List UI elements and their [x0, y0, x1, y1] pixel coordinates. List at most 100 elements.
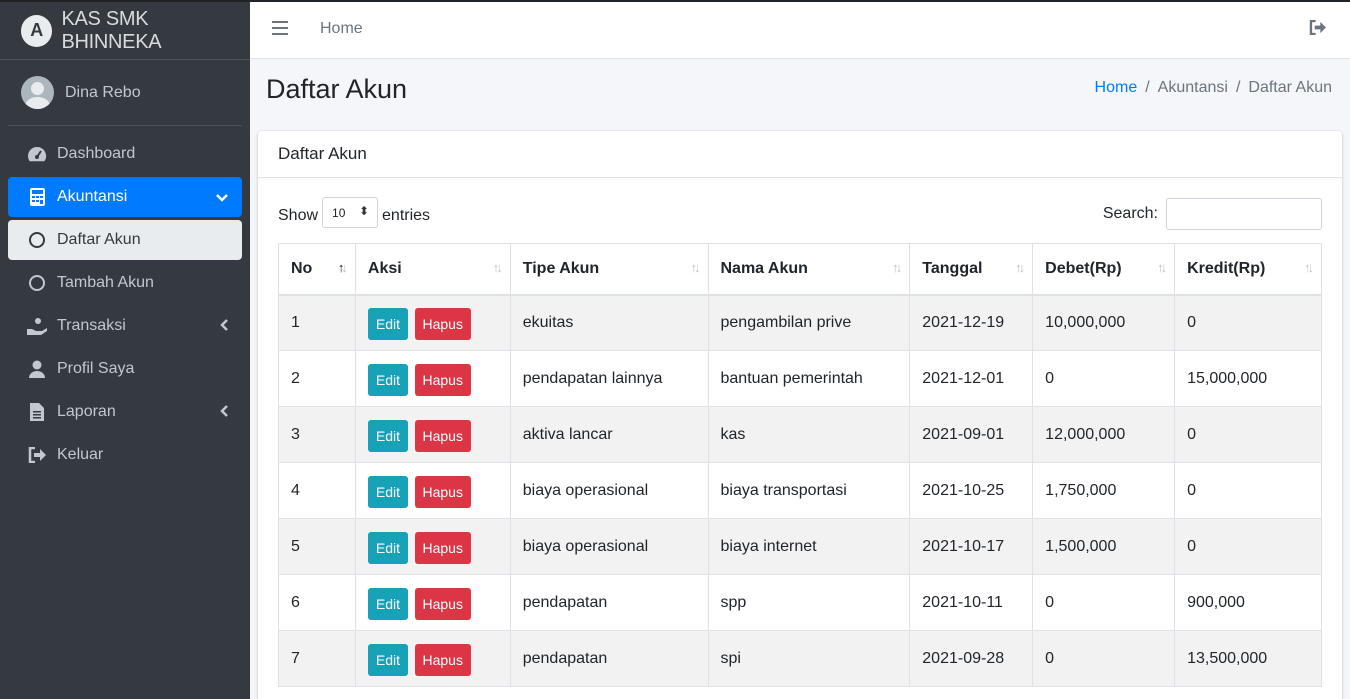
- table-header-row: No ↑↓ Aksi ↑↓ Tipe Akun ↑↓ Nama Akun ↑↓ Tang…: [278, 243, 1322, 296]
- column-header-nama-akun[interactable]: Nama Akun ↑↓: [707, 243, 911, 296]
- delete-button[interactable]: Hapus: [414, 588, 471, 620]
- column-header-tipe-akun[interactable]: Tipe Akun ↑↓: [509, 243, 709, 296]
- cell-aksi: Edit Hapus: [354, 406, 511, 463]
- table-row: 6 Edit Hapus pendapatan spp 2021-10-11 0 900,0…: [278, 574, 1322, 631]
- search-input[interactable]: [1166, 198, 1322, 230]
- brand-logo: A: [21, 14, 53, 47]
- cell-tanggal: 2021-10-25: [909, 462, 1034, 519]
- sidebar-item-profil[interactable]: Profil Saya: [8, 349, 242, 389]
- cell-no: 5: [278, 518, 356, 575]
- sort-icon: ↑↓: [690, 260, 701, 275]
- column-header-debet[interactable]: Debet(Rp) ↑↓: [1032, 243, 1176, 296]
- search-control: Search:: [1103, 198, 1322, 230]
- cell-debet: 0: [1032, 574, 1176, 631]
- breadcrumb-home[interactable]: Home: [1095, 79, 1138, 97]
- cell-debet: 1,500,000: [1032, 518, 1176, 575]
- cell-tanggal: 2021-09-28: [909, 630, 1034, 687]
- tachometer-icon: [26, 144, 48, 164]
- avatar: [21, 76, 54, 109]
- entries-control: Show 10 entries: [278, 197, 430, 228]
- sidebar-item-akuntansi[interactable]: Akuntansi: [8, 177, 242, 217]
- cell-no: 6: [278, 574, 356, 631]
- entries-select[interactable]: 10: [322, 197, 379, 228]
- cell-no: 1: [278, 294, 356, 351]
- column-header-aksi[interactable]: Aksi ↑↓: [354, 243, 511, 296]
- edit-button[interactable]: Edit: [367, 308, 409, 341]
- sort-icon: ↑↓: [1304, 260, 1314, 275]
- edit-button[interactable]: Edit: [367, 532, 409, 564]
- sidebar-item-keluar[interactable]: Keluar: [8, 435, 242, 475]
- cell-no: 2: [278, 350, 356, 407]
- cell-no: 4: [278, 462, 356, 519]
- circle-icon: [26, 230, 48, 250]
- user-name: Dina Rebo: [65, 83, 141, 101]
- delete-button[interactable]: Hapus: [414, 308, 471, 341]
- delete-button[interactable]: Hapus: [414, 532, 471, 564]
- cell-no: 7: [278, 630, 356, 687]
- table-row: 5 Edit Hapus biaya operasional biaya intern…: [278, 518, 1322, 575]
- cell-debet: 1,750,000: [1032, 462, 1176, 519]
- breadcrumb-separator: /: [1235, 79, 1241, 96]
- edit-button[interactable]: Edit: [367, 644, 409, 676]
- page-title: Daftar Akun: [266, 74, 408, 104]
- sidebar-item-laporan[interactable]: Laporan: [8, 392, 242, 432]
- delete-button[interactable]: Hapus: [414, 644, 471, 676]
- cell-tipe-akun: ekuitas: [509, 294, 709, 351]
- delete-button[interactable]: Hapus: [414, 364, 471, 396]
- sidebar-item-dashboard[interactable]: Dashboard: [8, 134, 242, 174]
- sidebar-item-tambah-akun[interactable]: Tambah Akun: [8, 263, 242, 303]
- sign-out-icon[interactable]: [1309, 19, 1326, 40]
- cell-debet: 12,000,000: [1032, 406, 1176, 463]
- cell-tanggal: 2021-12-01: [909, 350, 1034, 407]
- cell-tipe-akun: aktiva lancar: [509, 406, 709, 463]
- cell-nama-akun: bantuan pemerintah: [707, 350, 911, 407]
- cell-kredit: 13,500,000: [1174, 630, 1322, 687]
- breadcrumb-akuntansi: Akuntansi: [1157, 79, 1228, 96]
- column-header-no[interactable]: No ↑↓: [278, 243, 356, 296]
- cell-no: 3: [278, 406, 356, 463]
- cell-aksi: Edit Hapus: [354, 518, 511, 575]
- breadcrumb-current: Daftar Akun: [1248, 79, 1332, 96]
- delete-button[interactable]: Hapus: [414, 420, 471, 452]
- sign-out-icon: [26, 445, 48, 465]
- user-icon: [26, 359, 48, 379]
- calculator-icon: [26, 187, 48, 207]
- top-nav-home-link[interactable]: Home: [320, 20, 363, 38]
- chevron-left-icon: [220, 318, 228, 334]
- edit-button[interactable]: Edit: [367, 476, 409, 508]
- user-panel[interactable]: Dina Rebo: [8, 60, 242, 126]
- cell-kredit: 900,000: [1174, 574, 1322, 631]
- brand-link[interactable]: A KAS SMK BHINNEKA: [0, 2, 250, 60]
- cell-nama-akun: kas: [707, 406, 911, 463]
- table-row: 1 Edit Hapus ekuitas pengambilan prive 2021-…: [278, 294, 1322, 351]
- column-header-tanggal[interactable]: Tanggal ↑↓: [909, 243, 1034, 296]
- sort-icon: ↑↓: [492, 260, 503, 275]
- cell-kredit: 0: [1174, 518, 1322, 575]
- cell-aksi: Edit Hapus: [354, 630, 511, 687]
- sidebar-item-transaksi[interactable]: Transaksi: [8, 306, 242, 346]
- sidebar: A KAS SMK BHINNEKA Dina Rebo Dashboard A…: [0, 0, 250, 699]
- delete-button[interactable]: Hapus: [414, 476, 471, 508]
- cell-tipe-akun: pendapatan lainnya: [509, 350, 709, 407]
- table-row: 3 Edit Hapus aktiva lancar kas 2021-09-01 12,…: [278, 406, 1322, 463]
- cell-tipe-akun: pendapatan: [509, 630, 709, 687]
- cell-aksi: Edit Hapus: [354, 350, 511, 407]
- sidebar-item-daftar-akun[interactable]: Daftar Akun: [8, 220, 242, 260]
- menu-toggle-icon[interactable]: [272, 21, 288, 35]
- column-header-kredit[interactable]: Kredit(Rp) ↑↓: [1174, 243, 1322, 296]
- edit-button[interactable]: Edit: [367, 420, 409, 452]
- chevron-down-icon: [216, 189, 228, 205]
- table-row: 2 Edit Hapus pendapatan lainnya bantuan pem…: [278, 350, 1322, 407]
- cell-nama-akun: biaya internet: [707, 518, 911, 575]
- edit-button[interactable]: Edit: [367, 588, 409, 620]
- cell-nama-akun: pengambilan prive: [707, 294, 911, 351]
- sort-icon: ↑↓: [1015, 260, 1025, 275]
- cell-nama-akun: spi: [707, 630, 911, 687]
- cell-kredit: 15,000,000: [1174, 350, 1322, 407]
- edit-button[interactable]: Edit: [367, 364, 409, 396]
- sort-icon: ↑↓: [892, 260, 902, 275]
- cell-nama-akun: spp: [707, 574, 911, 631]
- circle-icon: [26, 273, 48, 293]
- table-row: 4 Edit Hapus biaya operasional biaya transp…: [278, 462, 1322, 519]
- breadcrumb-separator: /: [1145, 79, 1150, 96]
